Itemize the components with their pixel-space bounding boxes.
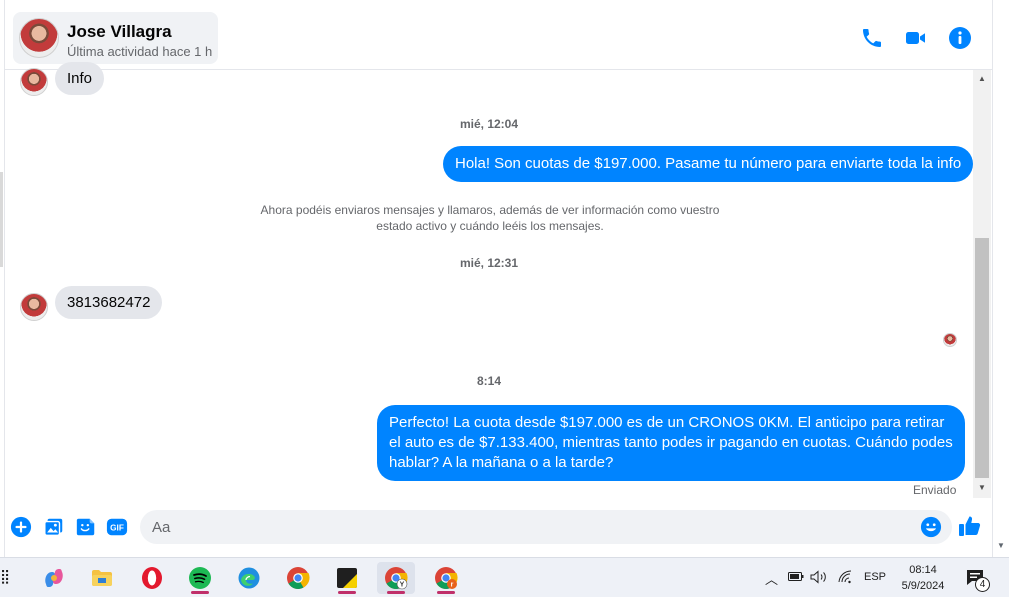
chat-scrollbar[interactable]: ▲ ▼ [973, 70, 991, 498]
folder-icon [92, 570, 112, 586]
copilot-icon [45, 569, 63, 587]
volume-icon[interactable] [810, 570, 828, 587]
plus-circle-icon [10, 516, 32, 538]
taskbar-edge[interactable] [230, 562, 268, 594]
image-icon [44, 518, 63, 536]
chrome-icon [287, 567, 310, 589]
page-scrollbar[interactable]: ▼ [992, 0, 1009, 557]
sticker-button[interactable] [75, 516, 97, 538]
scroll-up-arrow[interactable]: ▲ [978, 74, 986, 83]
sender-avatar [20, 68, 48, 96]
outgoing-message[interactable]: Perfecto! La cuota desde $197.000 es de … [377, 405, 965, 481]
message-input[interactable] [140, 510, 952, 544]
info-icon [949, 27, 971, 49]
input-language[interactable]: ESP [864, 571, 886, 583]
incoming-message[interactable]: Info [55, 62, 105, 95]
battery-icon[interactable] [788, 570, 804, 585]
windows-taskbar: ⣿ Y r ︿ ESP 08:14 5/9/2024 4 [0, 557, 1009, 597]
contact-status: Última actividad hace 1 h [67, 44, 213, 59]
system-clock[interactable]: 08:14 5/9/2024 [893, 562, 953, 594]
taskbar-file-explorer[interactable] [83, 562, 121, 594]
conversation-header: Jose Villagra Última actividad hace 1 h [5, 8, 992, 70]
contact-info-chip[interactable]: Jose Villagra Última actividad hace 1 h [13, 12, 218, 64]
taskbar-copilot[interactable] [35, 562, 73, 594]
taskbar-spotify[interactable] [181, 562, 219, 594]
taskbar-sticky-notes[interactable] [328, 562, 366, 594]
system-notice: Ahora podéis enviaros mensajes y llamaro… [260, 203, 720, 233]
message-timestamp: mié, 12:04 [459, 117, 519, 131]
opera-icon [142, 567, 162, 589]
thumbs-up-icon [959, 516, 981, 536]
show-hidden-icons-chevron-icon[interactable]: ︿ [765, 569, 778, 588]
clock-date: 5/9/2024 [901, 580, 945, 592]
contact-avatar [19, 18, 59, 58]
svg-text:Y: Y [400, 582, 405, 589]
notification-count-badge: 4 [975, 577, 990, 592]
contact-name: Jose Villagra [67, 22, 172, 41]
start-icon[interactable]: ⣿ [0, 568, 10, 585]
smiley-icon [920, 516, 942, 538]
send-like-button[interactable] [958, 514, 982, 538]
gif-button[interactable]: GIF [106, 516, 128, 538]
conversation-info-button[interactable] [948, 26, 972, 50]
sender-avatar [20, 293, 48, 321]
phone-icon [863, 29, 881, 47]
taskbar-chrome-profile-r[interactable]: r [427, 562, 465, 594]
sticky-note-icon [337, 568, 357, 588]
message-composer: GIF [5, 500, 992, 557]
attach-photo-button[interactable] [43, 516, 65, 538]
message-timestamp: mié, 12:31 [459, 256, 519, 270]
taskbar-chrome[interactable] [279, 562, 317, 594]
seen-by-avatar [943, 333, 957, 347]
edge-icon [238, 567, 260, 589]
outgoing-message[interactable]: Hola! Son cuotas de $197.000. Pasame tu … [443, 146, 974, 182]
svg-text:r: r [451, 582, 454, 589]
scroll-thumb[interactable] [975, 238, 989, 478]
chrome-profile-icon: Y [385, 567, 408, 590]
video-camera-icon [906, 32, 925, 44]
page-scroll-down-arrow[interactable]: ▼ [997, 541, 1005, 550]
clock-time: 08:14 [909, 564, 937, 576]
message-list[interactable]: Info mié, 12:04 Hola! Son cuotas de $197… [5, 62, 992, 500]
video-call-button[interactable] [904, 26, 928, 50]
gif-icon: GIF [106, 518, 128, 536]
message-timestamp: 8:14 [476, 374, 502, 388]
incoming-message[interactable]: 3813682472 [55, 286, 163, 319]
sticker-icon [76, 518, 95, 536]
scroll-down-arrow[interactable]: ▼ [978, 483, 986, 492]
voice-call-button[interactable] [860, 26, 884, 50]
taskbar-chrome-profile-y[interactable]: Y [377, 562, 415, 594]
taskbar-opera[interactable] [133, 562, 171, 594]
svg-text:GIF: GIF [110, 524, 124, 533]
chrome-profile-icon: r [435, 567, 458, 589]
delivery-status: Enviado [913, 483, 957, 497]
more-actions-button[interactable] [10, 516, 32, 538]
emoji-button[interactable] [920, 516, 942, 538]
spotify-icon [189, 567, 211, 589]
wifi-icon[interactable] [838, 570, 854, 587]
